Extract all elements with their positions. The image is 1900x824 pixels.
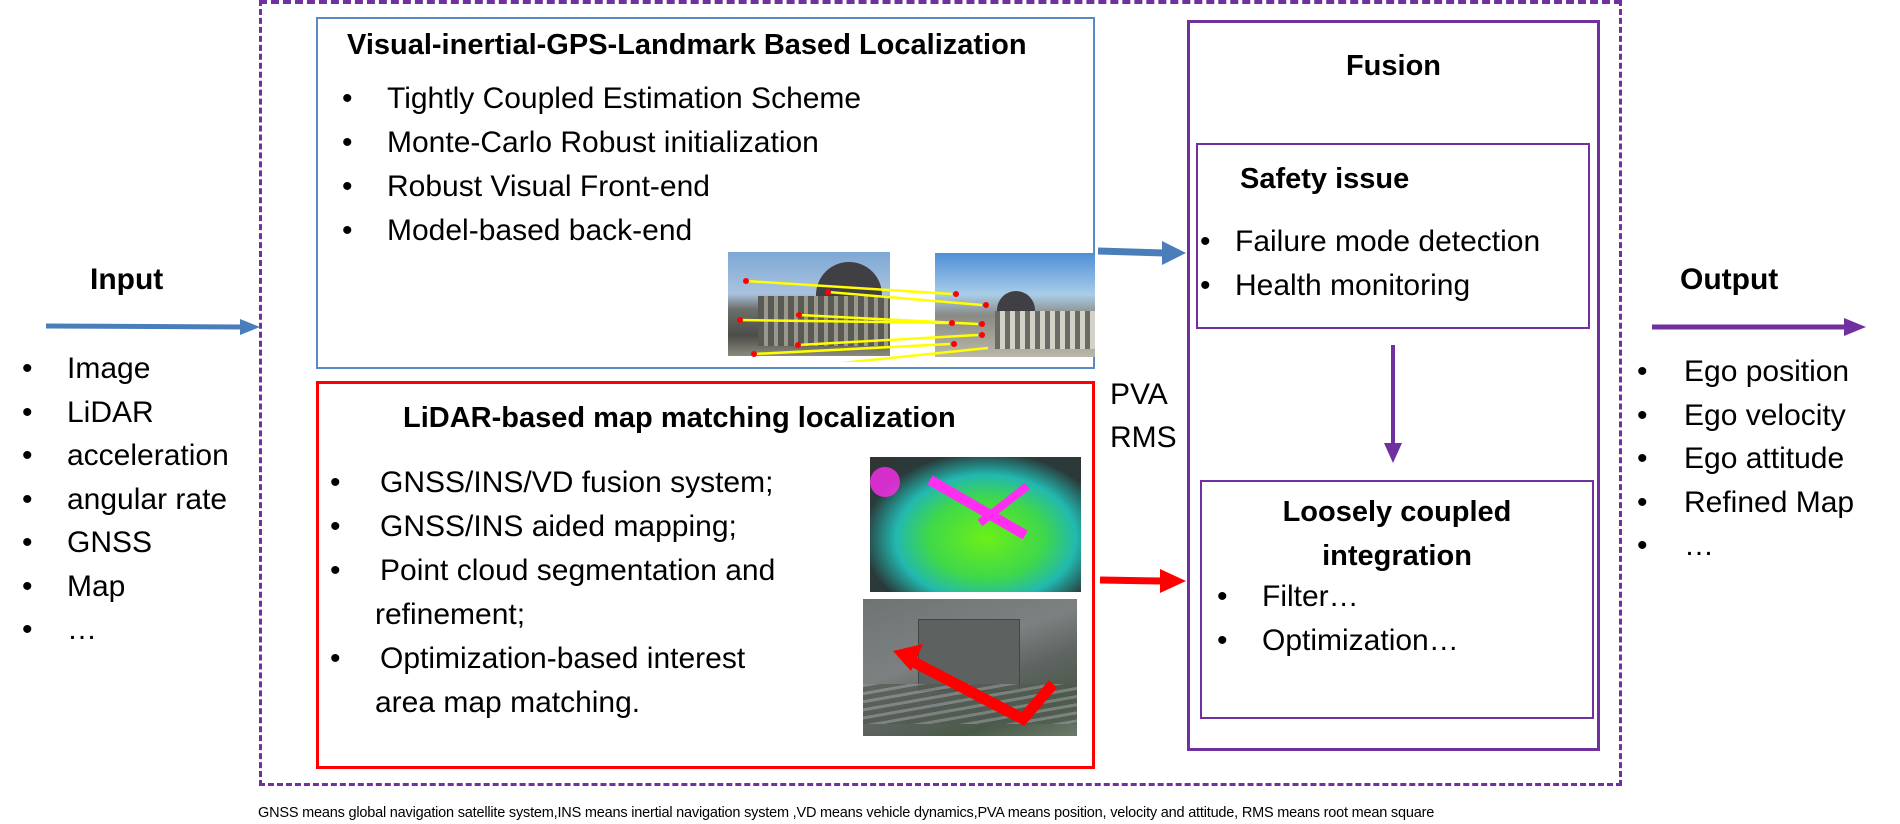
loosely-coupled-integration-box: Loosely coupled integration • Filter… • Op… (1200, 480, 1594, 719)
list-item: • GNSS/INS/VD fusion system; (330, 466, 774, 499)
match-line (797, 333, 979, 347)
input-title: Input (90, 263, 164, 296)
safety-list: • Failure mode detection • Health monitori… (1200, 225, 1540, 313)
list-item: • acceleration (22, 439, 229, 472)
lidar-box-list: • GNSS/INS/VD fusion system; • GNSS/INS ai… (330, 466, 775, 730)
lidar-box-title: LiDAR-based map matching localization (403, 402, 956, 434)
list-item: • Optimization… (1217, 624, 1459, 657)
list-item: • Ego attitude (1637, 442, 1845, 475)
point-cloud-wall (927, 475, 1028, 540)
list-item: • Point cloud segmentation and (330, 554, 776, 587)
lidar-to-fusion-arrow-icon (1100, 569, 1186, 593)
list-item: •… (1637, 529, 1714, 562)
list-item: • Ego velocity (1637, 398, 1846, 432)
list-item: • Health monitoring (1200, 269, 1471, 302)
point-cloud-blob (870, 467, 900, 497)
list-item: • angular rate (22, 482, 228, 516)
list-item: • GNSS (22, 526, 153, 559)
input-list: • Image • LiDAR • acceleration • angular rat… (22, 352, 229, 657)
pva-text: PVA (1110, 378, 1168, 411)
match-line (753, 342, 951, 356)
loose-title: Loosely coupled integration (1282, 496, 1512, 572)
route-arrow-icon (893, 644, 1058, 726)
list-item: • Failure mode detection (1200, 225, 1541, 258)
loose-list: • Filter… • Optimization… (1217, 580, 1459, 668)
footnote-caption: GNSS means global navigation satellite s… (258, 805, 1435, 821)
visual-localization-box: Visual-inertial-GPS-Landmark Based Local… (316, 17, 1095, 369)
lidar-point-cloud-image (870, 457, 1081, 592)
list-item: • Refined Map (1637, 485, 1855, 519)
list-item: • Map (22, 569, 126, 603)
output-title: Output (1680, 263, 1779, 296)
match-line (839, 346, 989, 362)
safety-issue-box: Safety issue • Failure mode detection • He… (1196, 143, 1590, 329)
output-list: • Ego position • Ego velocity • Ego attitud… (1637, 355, 1854, 573)
lidar-localization-box: LiDAR-based map matching localization • G… (316, 381, 1095, 769)
list-item: refinement; (375, 598, 526, 631)
input-arrow-icon (46, 319, 260, 335)
visual-box-title: Visual-inertial-GPS-Landmark Based Local… (347, 29, 1027, 61)
list-item: • Ego position (1637, 355, 1850, 388)
fusion-title: Fusion (1345, 50, 1442, 82)
visual-to-fusion-arrow-icon (1098, 241, 1186, 265)
safety-to-integration-arrow-icon (1384, 345, 1402, 463)
aerial-map-image (863, 599, 1077, 736)
rms-text: RMS (1110, 421, 1177, 454)
list-item: • Image (22, 352, 151, 385)
safety-title: Safety issue (1240, 163, 1410, 195)
list-item: area map matching. (375, 686, 641, 719)
visual-box-list: • Tightly Coupled Estimation Scheme • Mont… (342, 82, 861, 258)
match-line (745, 279, 953, 296)
list-item: • Robust Visual Front-end (342, 170, 710, 203)
list-item: • GNSS/INS aided mapping; (330, 510, 737, 543)
list-item: •… (22, 613, 97, 646)
list-item: • Monte-Carlo Robust initialization (342, 126, 819, 159)
list-item: • Optimization-based interest (330, 642, 746, 675)
pva-rms-label: PVA RMS (1110, 373, 1177, 459)
list-item: • LiDAR (22, 395, 154, 429)
output-arrow-icon (1652, 318, 1866, 336)
list-item: • Filter… (1217, 580, 1359, 613)
feature-match-lines (737, 278, 989, 362)
list-item: • Tightly Coupled Estimation Scheme (342, 82, 862, 115)
